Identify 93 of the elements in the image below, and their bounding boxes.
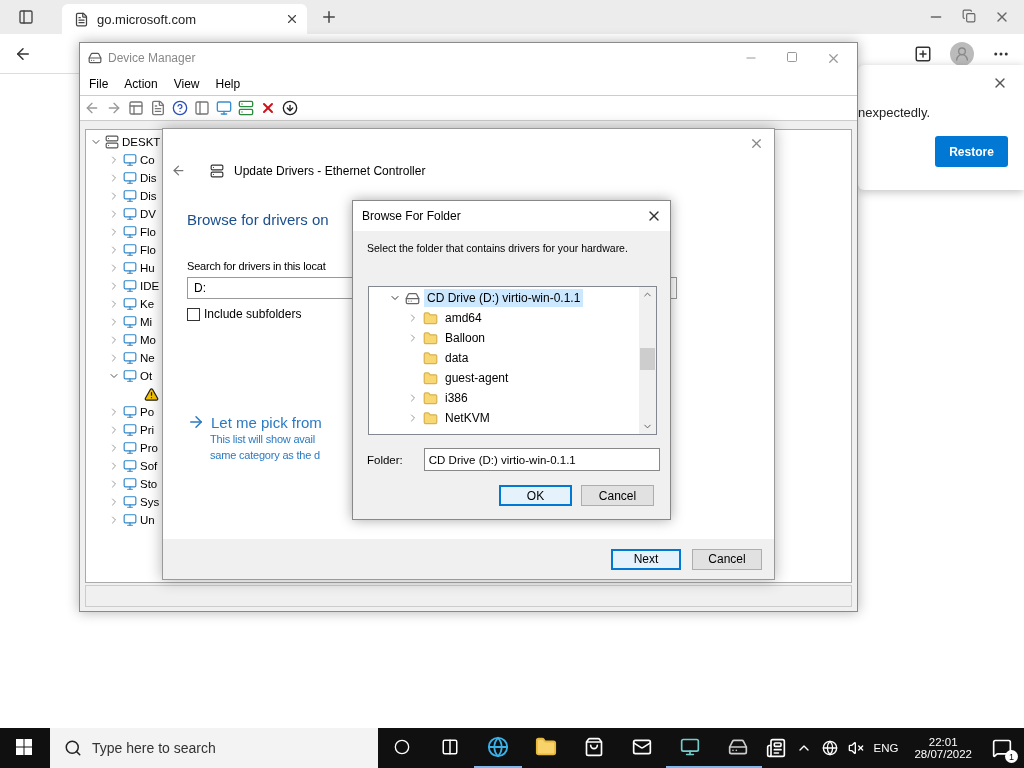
task-view-icon[interactable] [441, 738, 459, 756]
volume-muted-icon[interactable] [847, 740, 864, 756]
menu-item[interactable]: File [80, 77, 116, 91]
tree-item[interactable]: Mi [140, 316, 153, 328]
folder-label: Folder: [367, 453, 403, 466]
panel-icon[interactable] [128, 100, 144, 116]
tree-item[interactable]: Mo [140, 334, 156, 346]
browser-tab[interactable]: go.microsoft.com [62, 4, 307, 34]
ok-button[interactable]: OK [499, 485, 572, 506]
tree-item[interactable]: Flo [140, 244, 156, 256]
restore-icon[interactable] [962, 9, 976, 23]
checkbox-label: Include subfolders [204, 307, 302, 321]
folder-icon [423, 410, 438, 426]
tree-item[interactable]: Balloon [442, 329, 489, 347]
folder-icon [423, 310, 438, 326]
cancel-button[interactable]: Cancel [581, 485, 654, 506]
tree-item[interactable]: amd64 [442, 309, 485, 327]
folder-icon [423, 350, 438, 366]
field-label: Search for drivers in this locat [187, 260, 326, 272]
tree-item[interactable]: CD Drive (D:) virtio-win-0.1.1 [424, 289, 584, 307]
tree-item[interactable]: Co [140, 154, 155, 166]
news-icon[interactable] [765, 738, 786, 758]
next-button[interactable]: Next [611, 548, 681, 570]
uninstall-icon[interactable] [260, 100, 276, 116]
window-title: Device Manager [108, 51, 196, 65]
panel-icon[interactable] [194, 100, 210, 116]
restore-button[interactable]: Restore [935, 136, 1008, 167]
maximize-icon[interactable] [786, 50, 798, 63]
tree-item[interactable]: Po [140, 406, 155, 418]
notification-count: 1 [1005, 750, 1018, 763]
menu-item[interactable]: Action [115, 77, 165, 91]
tree-item[interactable]: Pro [140, 442, 158, 454]
language-indicator[interactable]: ENG [873, 742, 899, 754]
checkbox[interactable] [187, 307, 200, 321]
tree-item[interactable]: DESKT [122, 136, 161, 148]
instruction-text: Select the folder that contains drivers for your hardware. [367, 242, 629, 254]
tree-item[interactable]: IDE [140, 280, 160, 292]
tree-item[interactable]: NetKVM [442, 409, 493, 427]
tree-item[interactable]: Dis [140, 190, 157, 202]
cd-drive-icon [405, 290, 420, 306]
network-icon[interactable] [821, 740, 838, 756]
windows-logo-icon[interactable] [16, 739, 32, 755]
close-tab-icon[interactable] [285, 12, 299, 26]
profile-avatar[interactable] [950, 41, 974, 66]
download-icon[interactable] [282, 100, 298, 116]
mail-icon[interactable] [632, 737, 652, 757]
file-explorer-icon[interactable] [535, 736, 557, 758]
tree-item[interactable]: data [442, 349, 472, 367]
tree-item[interactable]: i386 [442, 389, 471, 407]
tree-item[interactable]: guest-agent [442, 369, 512, 387]
popup-message: nexpectedly. [858, 105, 932, 120]
collections-icon[interactable] [914, 44, 932, 63]
tree-item[interactable]: Ne [140, 352, 155, 364]
folder-icon [423, 330, 438, 346]
tree-item[interactable]: Sys [140, 496, 160, 508]
dialog-title: Update Drivers - Ethernet Controller [234, 163, 426, 178]
folder-icon [423, 370, 438, 386]
warning-icon[interactable] [144, 386, 159, 402]
forward-icon[interactable] [106, 100, 122, 116]
help-icon[interactable] [172, 100, 188, 116]
clock[interactable]: 22:01 28/07/2022 [908, 736, 978, 760]
store-icon[interactable] [584, 737, 604, 757]
scrollbar[interactable] [639, 287, 656, 434]
tree-item[interactable]: Flo [140, 226, 156, 238]
folder-field[interactable]: CD Drive (D:) virtio-win-0.1.1 [423, 448, 660, 471]
monitor-icon[interactable] [216, 100, 232, 116]
tree-item[interactable]: Ke [140, 298, 155, 310]
page-icon [74, 11, 89, 27]
tree-item[interactable]: Pri [140, 424, 155, 436]
dialog-heading: Browse for drivers on [187, 211, 329, 228]
arrow-right-icon [187, 413, 205, 431]
taskbar-search-field[interactable]: Type here to search [50, 728, 378, 768]
scroll-thumb[interactable] [640, 348, 655, 370]
tree-item[interactable]: Un [140, 514, 155, 526]
menu-item[interactable]: View [164, 77, 207, 91]
tree-item[interactable]: Sto [140, 478, 158, 490]
cancel-button[interactable]: Cancel [692, 548, 762, 570]
notifications-icon[interactable] [992, 738, 1012, 758]
menu-item[interactable]: Help [206, 77, 248, 91]
folder-icon [423, 390, 438, 406]
tree-item[interactable]: Ot [140, 370, 153, 382]
cortana-icon[interactable] [394, 739, 410, 755]
tree-item[interactable]: Sof [140, 460, 158, 472]
tree-item[interactable]: DV [140, 208, 156, 220]
app-icon[interactable] [680, 737, 700, 757]
search-icon [64, 739, 82, 757]
link-description: same category as the d [209, 448, 320, 463]
tree-item[interactable]: Dis [140, 172, 157, 184]
dialog-title: Browse For Folder [362, 209, 461, 223]
properties-icon[interactable] [150, 100, 166, 116]
pick-driver-link[interactable]: Let me pick from [211, 413, 322, 431]
tree-item[interactable]: Hu [140, 262, 155, 274]
link-description: This list will show avail [209, 432, 316, 447]
